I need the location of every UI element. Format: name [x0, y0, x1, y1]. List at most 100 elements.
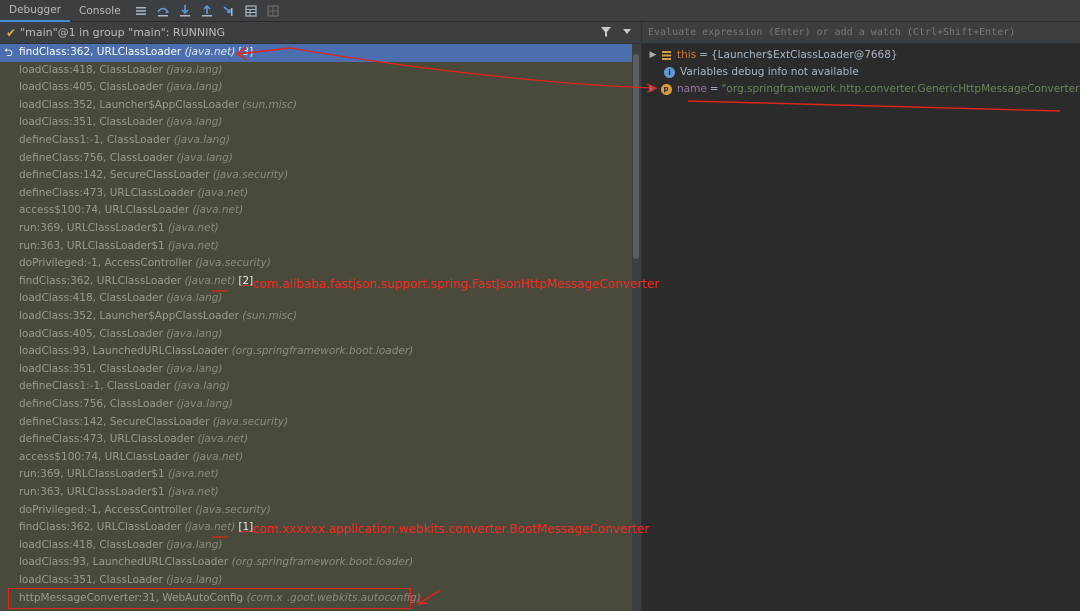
frame-method: defineClass:756, ClassLoader: [19, 151, 174, 164]
frame-row[interactable]: loadClass:405, ClassLoader (java.lang): [0, 79, 632, 97]
annotation-boot-converter: com.xxxxxx.application.webkits.converter…: [253, 522, 650, 536]
frame-package: (java.lang): [173, 134, 230, 146]
frame-package: (java.net): [192, 204, 244, 217]
info-text: Variables debug info not available: [680, 66, 859, 78]
expand-arrow-icon[interactable]: ▶: [646, 81, 660, 98]
frame-row[interactable]: loadClass:351, ClassLoader (java.lang): [0, 572, 632, 590]
frame-method: defineClass1:-1, ClassLoader: [19, 380, 171, 393]
tab-debugger[interactable]: Debugger: [0, 0, 70, 22]
frame-method: run:363, URLClassLoader$1: [19, 239, 165, 252]
frame-row[interactable]: loadClass:352, Launcher$AppClassLoader (…: [0, 97, 632, 115]
frame-row[interactable]: access$100:74, URLClassLoader (java.net): [0, 202, 632, 220]
annotation-fastjson: com.alibaba.fastjson.support.spring.Fast…: [253, 277, 660, 291]
frame-row[interactable]: loadClass:93, LaunchedURLClassLoader (or…: [0, 554, 632, 572]
frame-method: access$100:74, URLClassLoader: [19, 204, 190, 217]
frame-row[interactable]: defineClass1:-1, ClassLoader (java.lang): [0, 132, 632, 150]
frame-package: (java.lang): [173, 380, 230, 393]
debugger-toolbar: Debugger Console: [0, 0, 1080, 22]
frame-row[interactable]: loadClass:418, ClassLoader (java.lang): [0, 290, 632, 308]
frame-row[interactable]: access$100:74, URLClassLoader (java.net): [0, 449, 632, 467]
frame-marker: [3]: [238, 46, 254, 58]
frame-row[interactable]: ⮌ findClass:362, URLClassLoader (java.net…: [0, 44, 632, 62]
frame-package: (org.springframework.boot.loader): [231, 345, 414, 358]
frame-package: (java.net): [168, 486, 219, 498]
frame-package: (java.net): [168, 239, 219, 252]
trace-icon[interactable]: [262, 0, 284, 22]
frame-row[interactable]: loadClass:352, Launcher$AppClassLoader (…: [0, 308, 632, 326]
frame-method: run:369, URLClassLoader$1: [19, 222, 165, 234]
frame-package: (java.security): [212, 415, 289, 428]
frame-method: loadClass:405, ClassLoader: [19, 81, 163, 94]
frame-row[interactable]: loadClass:93, LaunchedURLClassLoader (or…: [0, 343, 632, 361]
frame-package: (java.security): [195, 503, 271, 516]
frame-method: findClass:362, URLClassLoader: [19, 46, 182, 58]
frame-row[interactable]: run:363, URLClassLoader$1 (java.net): [0, 484, 632, 502]
frame-row[interactable]: defineClass:142, SecureClassLoader (java…: [0, 167, 632, 185]
frame-row[interactable]: defineClass:756, ClassLoader (java.lang): [0, 150, 632, 168]
frame-row[interactable]: loadClass:418, ClassLoader (java.lang): [0, 537, 632, 555]
frame-row[interactable]: run:369, URLClassLoader$1 (java.net): [0, 466, 632, 484]
variable-info: i Variables debug info not available: [642, 64, 859, 81]
frame-method: doPrivileged:-1, AccessController: [19, 257, 193, 270]
chevron-down-icon[interactable]: [622, 26, 632, 39]
frame-package: (java.lang): [166, 81, 223, 94]
frame-package: (sun.misc): [242, 310, 297, 322]
frame-method: defineClass:142, SecureClassLoader: [19, 169, 210, 182]
frame-row[interactable]: defineClass1:-1, ClassLoader (java.lang): [0, 378, 632, 396]
frame-package: (java.net): [192, 450, 244, 463]
frame-method: findClass:362, URLClassLoader: [19, 274, 182, 287]
evaluate-expression-field[interactable]: Evaluate expression (Enter) or add a wat…: [642, 22, 1080, 44]
frame-row[interactable]: loadClass:418, ClassLoader (java.lang): [0, 62, 632, 80]
variable-this[interactable]: ▶ this = {Launcher$ExtClassLoader@7668}: [642, 47, 898, 64]
frame-method: run:363, URLClassLoader$1: [19, 486, 165, 498]
frames-layout-icon[interactable]: [130, 0, 152, 22]
frame-method: loadClass:351, ClassLoader: [19, 574, 163, 586]
frame-row[interactable]: loadClass:405, ClassLoader (java.lang): [0, 326, 632, 344]
frame-row[interactable]: loadClass:351, ClassLoader (java.lang): [0, 361, 632, 379]
frame-row[interactable]: loadClass:351, ClassLoader (java.lang): [0, 114, 632, 132]
frame-row[interactable]: doPrivileged:-1, AccessController (java.…: [0, 255, 632, 273]
variable-name-param[interactable]: ▶ p name = "org.springframework.http.con…: [642, 81, 1080, 98]
frame-method: defineClass:473, URLClassLoader: [19, 186, 195, 199]
expand-arrow-icon[interactable]: ▶: [646, 47, 660, 64]
frame-method: run:369, URLClassLoader$1: [19, 468, 165, 481]
variable-value: {Launcher$ExtClassLoader@7668}: [710, 49, 898, 61]
frame-row[interactable]: doPrivileged:-1, AccessController (java.…: [0, 502, 632, 520]
step-out-icon[interactable]: [196, 0, 218, 22]
step-over-icon[interactable]: [152, 0, 174, 22]
frame-method: loadClass:93, LaunchedURLClassLoader: [19, 345, 229, 358]
frame-method: defineClass:142, SecureClassLoader: [19, 415, 210, 428]
scroll-thumb[interactable]: [633, 54, 639, 259]
tab-console[interactable]: Console: [70, 0, 130, 22]
frame-marker: [1]: [238, 521, 254, 534]
frame-row[interactable]: run:363, URLClassLoader$1 (java.net): [0, 238, 632, 256]
frame-method: defineClass1:-1, ClassLoader: [19, 134, 171, 146]
frame-row[interactable]: defineClass:142, SecureClassLoader (java…: [0, 414, 632, 432]
frame-package: (java.net): [184, 274, 236, 287]
frame-row[interactable]: defineClass:473, URLClassLoader (java.ne…: [0, 431, 632, 449]
frame-package: (java.net): [197, 433, 249, 446]
thread-selector[interactable]: ✔ "main"@1 in group "main": RUNNING: [0, 22, 640, 44]
frame-package: (org.springframework.boot.loader): [231, 556, 414, 569]
frame-method: defineClass:756, ClassLoader: [19, 398, 174, 410]
parameter-icon: p: [660, 84, 672, 96]
info-icon: i: [664, 67, 675, 78]
frame-package: (java.net): [168, 222, 219, 234]
frame-row[interactable]: defineClass:473, URLClassLoader (java.ne…: [0, 185, 632, 203]
evaluate-icon[interactable]: [240, 0, 262, 22]
frame-row[interactable]: defineClass:756, ClassLoader (java.lang): [0, 396, 632, 414]
frame-package: (java.lang): [176, 151, 233, 164]
variable-name: this: [677, 49, 697, 61]
filter-icon[interactable]: [600, 26, 612, 41]
frame-package: (java.lang): [166, 63, 223, 76]
frame-package: (sun.misc): [242, 98, 297, 111]
frame-marker: [2]: [238, 274, 254, 287]
run-to-cursor-icon[interactable]: [218, 0, 240, 22]
step-into-icon[interactable]: [174, 0, 196, 22]
frame-package: (java.lang): [166, 292, 223, 305]
frame-row[interactable]: run:369, URLClassLoader$1 (java.net): [0, 220, 632, 238]
frame-package: (java.security): [212, 169, 289, 182]
checkmark-icon: ✔: [6, 25, 17, 40]
variables-panel: Evaluate expression (Enter) or add a wat…: [641, 22, 1080, 611]
frame-method: loadClass:418, ClassLoader: [19, 292, 163, 305]
